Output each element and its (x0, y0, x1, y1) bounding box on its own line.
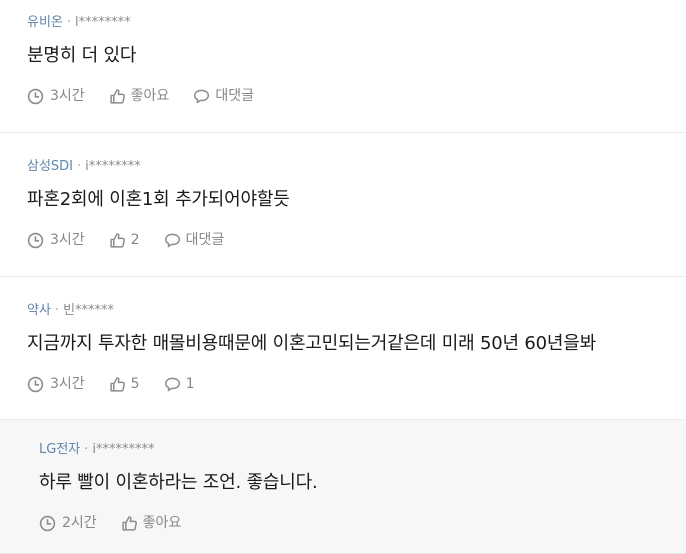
time-label: 3시간 (50, 376, 85, 392)
speech-bubble-icon (194, 89, 210, 103)
comment-meta: LG전자 · i********* (39, 442, 155, 458)
comment-item: 삼성SDI · i******** 파혼2회에 이혼1회 추가되어야할듯 3시간 2… (0, 133, 686, 277)
author-company[interactable]: 유비온 (27, 15, 63, 30)
speech-bubble-icon (164, 377, 180, 391)
comment-actions: 3시간 좋아요 대댓글 (27, 87, 278, 105)
meta-separator: · (66, 15, 72, 30)
reply-button[interactable]: 대댓글 (164, 231, 225, 249)
author-company[interactable]: 삼성SDI (27, 159, 73, 174)
like-button[interactable]: 2 (109, 231, 140, 249)
like-label: 좋아요 (130, 88, 170, 104)
reply-button[interactable]: 대댓글 (193, 87, 254, 105)
author-name: i******** (85, 159, 141, 174)
comment-actions: 3시간 2 대댓글 (27, 231, 248, 249)
thumbs-up-icon (110, 376, 125, 392)
comment-item: 유비온 · l******** 분명히 더 있다 3시간 좋아요 대댓글 (0, 0, 686, 133)
meta-separator: · (84, 442, 89, 457)
comment-actions: 3시간 5 1 (27, 375, 219, 393)
comment-text: 지금까지 투자한 매몰비용때문에 이혼고민되는거같은데 미래 50년 60년을봐 (27, 333, 596, 354)
like-count: 5 (130, 376, 140, 392)
comment-text: 파혼2회에 이혼1회 추가되어야할듯 (27, 189, 290, 210)
author-company[interactable]: 약사 (27, 303, 51, 318)
like-button[interactable]: 좋아요 (121, 514, 182, 532)
comment-meta: 삼성SDI · i******** (27, 159, 141, 175)
meta-separator: · (54, 303, 60, 318)
timestamp: 3시간 (27, 375, 85, 393)
comment-actions: 2시간 좋아요 (39, 514, 205, 532)
time-label: 2시간 (62, 515, 97, 531)
reply-label: 대댓글 (185, 232, 225, 248)
like-button[interactable]: 좋아요 (109, 87, 170, 105)
reply-count: 1 (185, 376, 195, 392)
like-count: 2 (130, 232, 140, 248)
comment-meta: 약사 · 빈****** (27, 303, 114, 319)
comment-text: 하루 빨이 이혼하라는 조언. 좋습니다. (39, 472, 318, 493)
author-name: l******** (75, 15, 131, 30)
author-name: 빈****** (63, 303, 115, 318)
clock-icon (27, 232, 44, 248)
thumbs-up-icon (122, 515, 137, 531)
comment-meta: 유비온 · l******** (27, 15, 131, 31)
meta-separator: · (77, 159, 82, 174)
time-label: 3시간 (50, 88, 85, 104)
thumbs-up-icon (110, 232, 125, 248)
like-label: 좋아요 (142, 515, 182, 531)
like-button[interactable]: 5 (109, 375, 140, 393)
timestamp: 3시간 (27, 231, 85, 249)
author-name: i********* (92, 442, 155, 457)
reply-label: 대댓글 (215, 88, 254, 104)
speech-bubble-icon (164, 233, 180, 247)
author-company[interactable]: LG전자 (39, 442, 80, 457)
comment-text: 분명히 더 있다 (27, 45, 137, 66)
time-label: 3시간 (50, 232, 85, 248)
reply-item: LG전자 · i********* 하루 빨이 이혼하라는 조언. 좋습니다. 2시… (0, 420, 686, 554)
clock-icon (39, 515, 56, 531)
comment-item: 약사 · 빈****** 지금까지 투자한 매몰비용때문에 이혼고민되는거같은데 미… (0, 277, 686, 420)
thumbs-up-icon (110, 88, 125, 104)
reply-button[interactable]: 1 (164, 375, 195, 393)
timestamp: 3시간 (27, 87, 85, 105)
clock-icon (27, 376, 44, 392)
timestamp: 2시간 (39, 514, 97, 532)
clock-icon (27, 88, 44, 104)
